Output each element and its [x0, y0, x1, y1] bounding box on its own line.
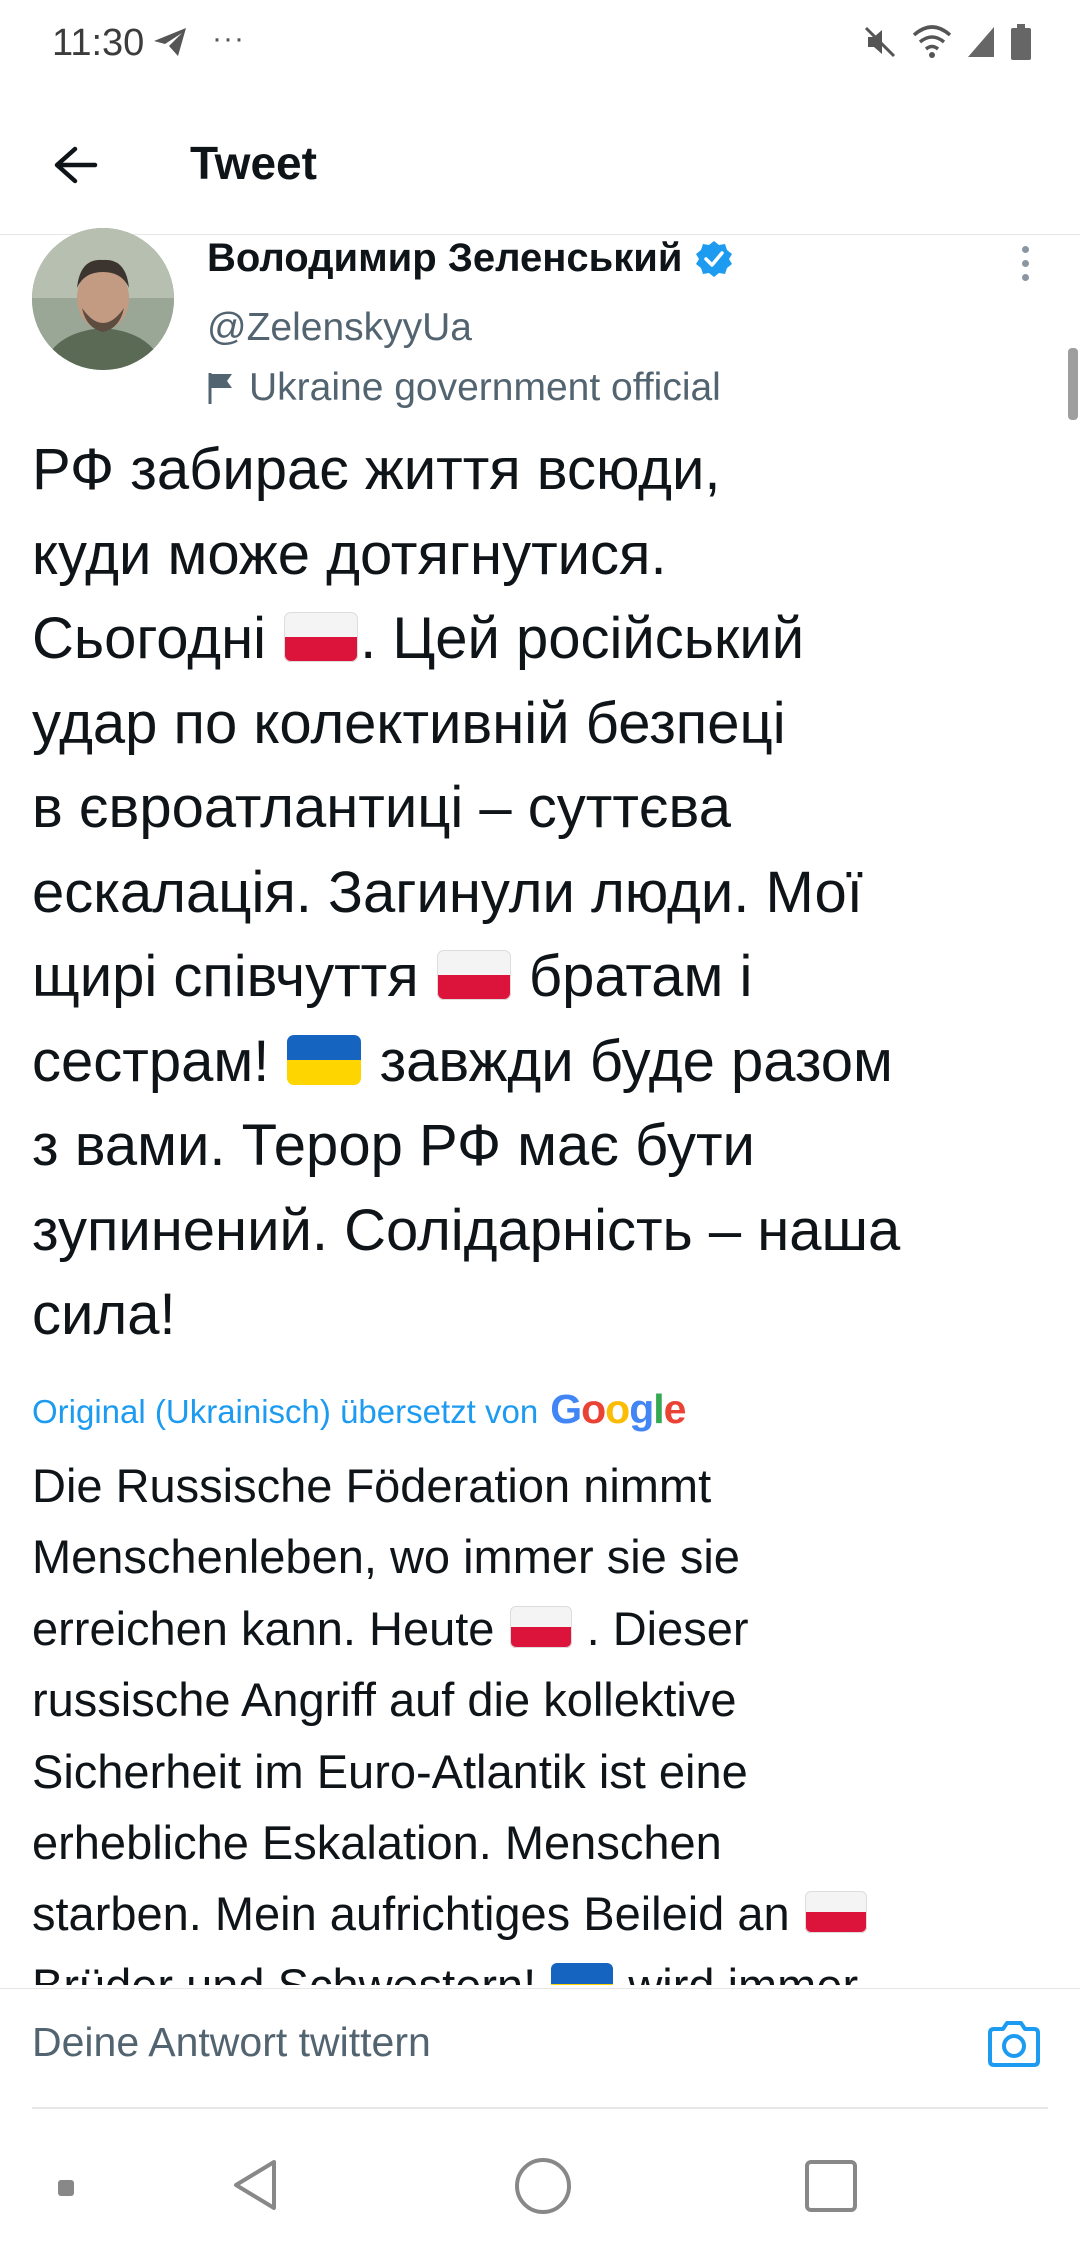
flag-icon: [208, 373, 232, 404]
tweet-line: удар по колективній безпеці: [32, 690, 786, 756]
poland-flag-icon: [509, 1605, 572, 1648]
scrollbar[interactable]: [1068, 348, 1078, 420]
tweet-line: РФ забирає життя всюди,: [32, 437, 721, 502]
notification-dots: ···: [212, 22, 245, 55]
status-bar: 11:30 ···: [0, 0, 1080, 90]
translated-line: Brüder und Schwestern!: [32, 1959, 549, 1985]
author-name[interactable]: Володимир Зеленський: [207, 236, 734, 281]
translation-note-text: Original (Ukrainisch) übersetzt von: [32, 1393, 539, 1430]
signal-icon: [966, 25, 996, 64]
translated-line: wird immer: [615, 1959, 858, 1985]
nav-menu-button[interactable]: [58, 2180, 74, 2196]
divider: [32, 2107, 1048, 2109]
tweet-line: . Цей російський: [360, 606, 805, 671]
translated-line: russische Angriff auf die kollektive: [32, 1673, 737, 1727]
mute-icon: [862, 24, 898, 65]
author-handle[interactable]: @ZelenskyyUa: [207, 306, 472, 350]
nav-home-button[interactable]: [515, 2158, 571, 2214]
triangle-back-icon: [234, 2160, 276, 2210]
tweet-line: Сьогодні: [32, 606, 283, 671]
telegram-send-icon: [152, 26, 188, 63]
ukraine-flag-icon: [551, 1962, 614, 1985]
status-time: 11:30: [52, 22, 145, 64]
translated-line: . Dieser: [573, 1601, 749, 1655]
government-label-text: Ukraine government official: [249, 366, 721, 409]
system-nav-bar: [0, 2118, 1080, 2248]
translated-line: Sicherheit im Euro-Atlantik ist eine: [32, 1744, 748, 1798]
nav-back-button[interactable]: [230, 2158, 280, 2217]
translated-line: Die Russische Föderation nimmt: [32, 1459, 712, 1512]
reply-bar: Deine Antwort twittern: [0, 1988, 1080, 2109]
status-icons: [862, 24, 1032, 65]
tweet-line: щирі співчуття: [32, 944, 435, 1009]
translated-text: Die Russische Föderation nimmt Menschenl…: [32, 1450, 1052, 1985]
more-dot: [1021, 246, 1029, 253]
camera-icon: [988, 2021, 1040, 2067]
author-name-text: Володимир Зеленський: [207, 236, 683, 280]
more-dot: [1021, 274, 1029, 281]
tweet-line: ескалація. Загинули люди. Мої: [32, 859, 863, 925]
more-options-button[interactable]: [1010, 246, 1040, 286]
more-dot: [1021, 260, 1029, 267]
reply-input[interactable]: Deine Antwort twittern: [32, 2019, 431, 2066]
government-label: Ukraine government official: [207, 366, 721, 410]
camera-button[interactable]: [984, 2015, 1044, 2075]
avatar[interactable]: [32, 228, 174, 370]
tweet-line: з вами. Терор РФ має бути: [32, 1113, 755, 1178]
wifi-icon: [912, 25, 952, 64]
tweet-line: сестрам!: [32, 1028, 286, 1094]
poland-flag-icon: [804, 1891, 867, 1934]
poland-flag-icon: [284, 612, 359, 662]
translated-line: erhebliche Eskalation. Menschen: [32, 1816, 722, 1870]
app-header: Tweet: [0, 90, 1080, 235]
tweet-text: РФ забирає життя всюди, куди може дотягн…: [32, 428, 1052, 1358]
verified-badge-icon: [696, 240, 733, 277]
back-button[interactable]: [40, 130, 110, 200]
ukraine-flag-icon: [287, 1034, 362, 1085]
google-logo: Google: [550, 1386, 686, 1432]
translated-line: erreichen kann. Heute: [32, 1601, 508, 1655]
page-title: Tweet: [190, 137, 317, 189]
tweet-line: куди може дотягнутися.: [32, 521, 667, 587]
tweet-line: в євроатлантиці – суттєва: [32, 775, 731, 840]
translation-note[interactable]: Original (Ukrainisch) übersetzt von Goog…: [32, 1386, 686, 1433]
tweet-line: зупинений. Солідарність – наша: [32, 1197, 901, 1263]
translated-line: Menschenleben, wo immer sie sie: [32, 1530, 740, 1584]
battery-icon: [1010, 24, 1032, 65]
arrow-left-icon: [54, 146, 98, 184]
tweet-line: братам і: [512, 944, 753, 1009]
translated-line: starben. Mein aufrichtiges Beileid an: [32, 1887, 803, 1941]
tweet-line: сила!: [32, 1282, 176, 1347]
tweet-line: завжди буде разом: [363, 1028, 893, 1094]
poland-flag-icon: [436, 950, 511, 1000]
nav-recents-button[interactable]: [805, 2160, 857, 2212]
